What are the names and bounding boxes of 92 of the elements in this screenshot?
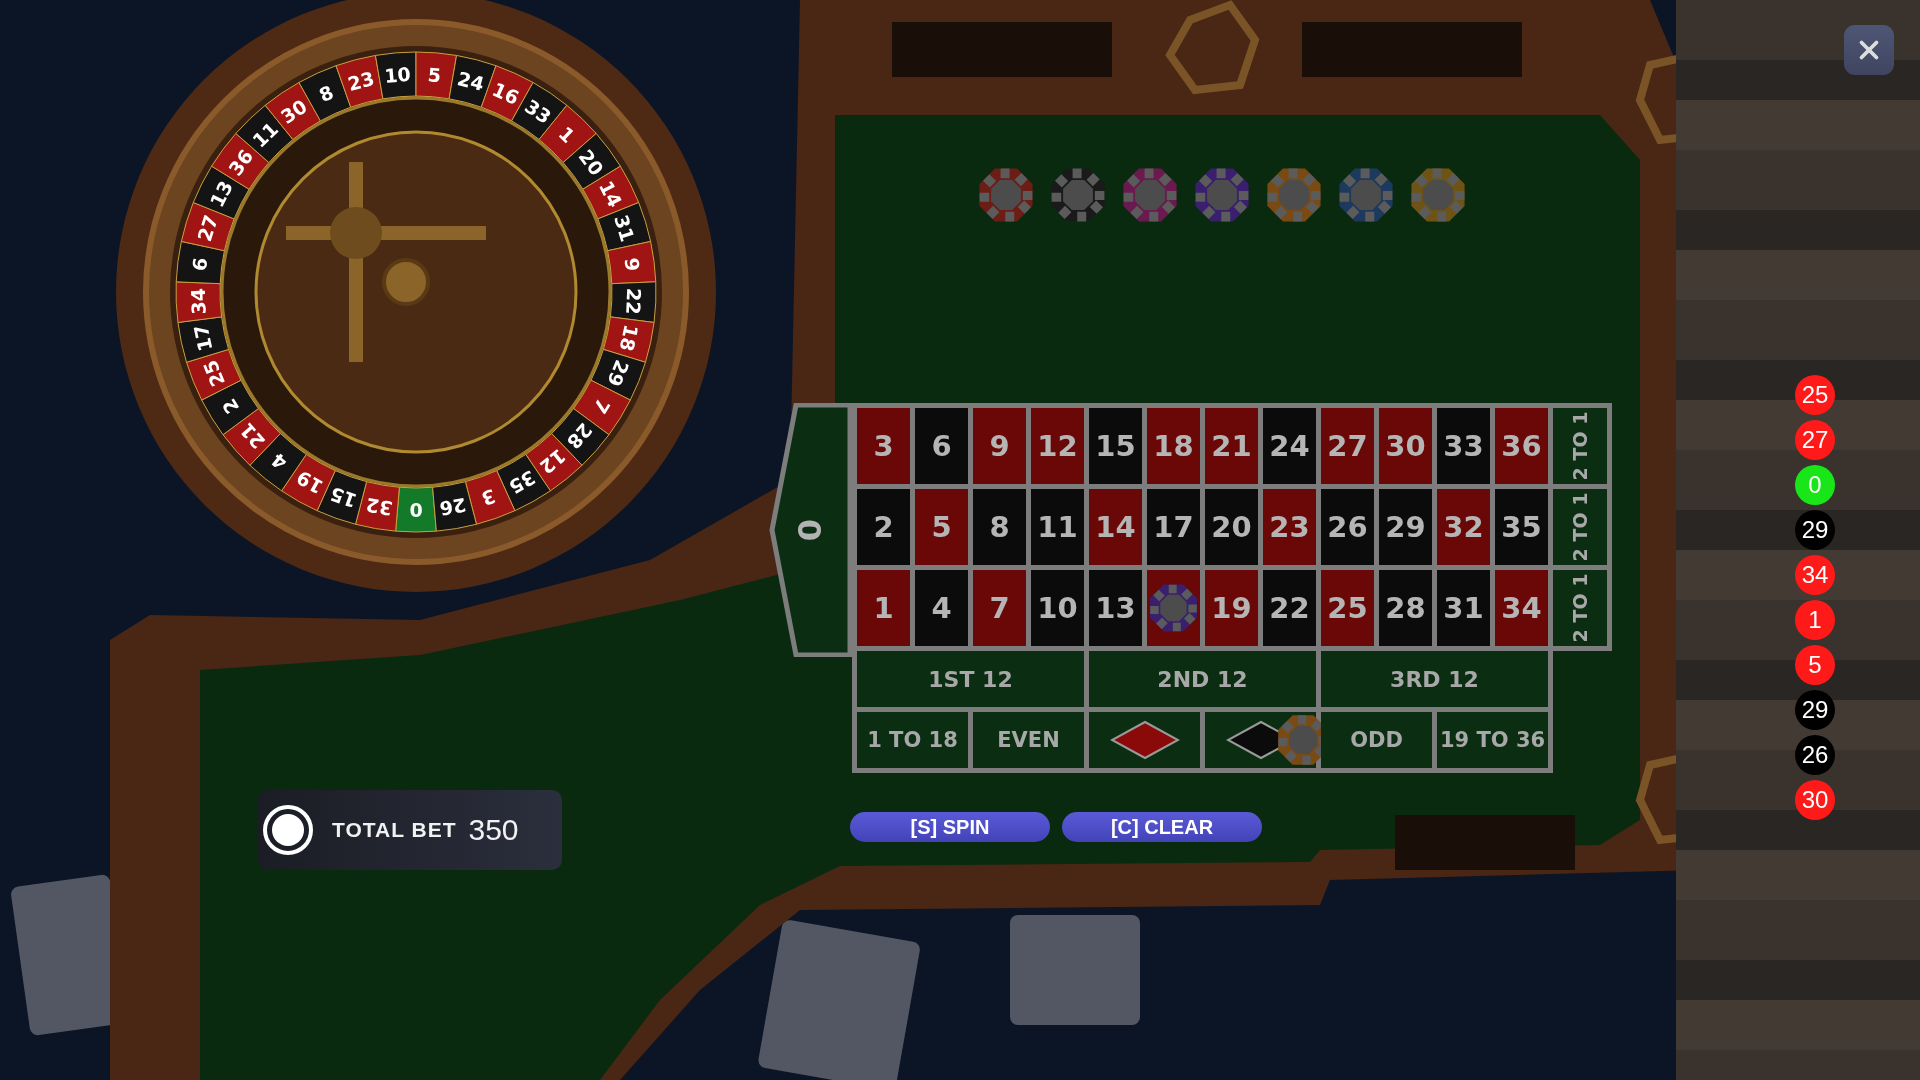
number-cell[interactable] [1147,570,1200,646]
number-cell[interactable]: 27 [1321,408,1374,484]
wheel-number: 18 [615,322,643,354]
wheel-number: 2 [217,394,244,418]
number-cell[interactable]: 25 [1321,570,1374,646]
number-cell[interactable]: 22 [1263,570,1316,646]
number-cell[interactable]: 28 [1379,570,1432,646]
number-cell[interactable]: 8 [973,489,1026,565]
clear-button[interactable]: [C] CLEAR [1062,812,1262,842]
wheel-number: 14 [594,177,627,211]
wheel-number: 24 [455,67,487,95]
spin-button[interactable]: [S] SPIN [850,812,1050,842]
wheel-number: 3 [478,484,499,511]
number-cell[interactable]: 29 [1379,489,1432,565]
number-cell[interactable]: 36 [1495,408,1548,484]
number-cell[interactable]: 13 [1089,570,1142,646]
number-cell[interactable]: 32 [1437,489,1490,565]
number-cell[interactable]: 20 [1205,489,1258,565]
wheel-number: 15 [327,482,360,513]
number-cell[interactable]: 35 [1495,489,1548,565]
dozen-bet[interactable]: 1ST 12 [857,651,1084,707]
chip-icon[interactable] [1120,165,1180,225]
chip-icon[interactable] [1192,165,1252,225]
number-cell[interactable]: 26 [1321,489,1374,565]
outside-bet[interactable]: ODD [1321,712,1432,768]
wheel-number: 9 [620,256,644,273]
number-cell[interactable]: 2 [857,489,910,565]
number-cell[interactable]: 24 [1263,408,1316,484]
wheel-number: 8 [315,80,337,107]
total-bet-value: 350 [468,813,519,847]
number-cell[interactable]: 17 [1147,489,1200,565]
number-cell[interactable]: 4 [915,570,968,646]
number-cell[interactable]: 18 [1147,408,1200,484]
number-cell[interactable]: 7 [973,570,1026,646]
wheel-number: 16 [489,77,523,109]
close-button[interactable] [1844,25,1894,75]
number-cell[interactable]: 6 [915,408,968,484]
dozen-bet[interactable]: 2ND 12 [1089,651,1316,707]
wheel-number: 4 [267,448,292,475]
wheel-number: 31 [610,212,639,245]
color-bet[interactable] [1089,712,1200,768]
number-cell[interactable]: 15 [1089,408,1142,484]
wheel-number: 27 [193,212,222,245]
column-bet[interactable]: 2 TO 1 [1553,408,1607,484]
wheel-number: 13 [205,177,238,211]
number-cell[interactable]: 3 [857,408,910,484]
zero-cell[interactable]: 0 [768,403,852,657]
wheel-number: 17 [189,322,217,354]
wheel-number: 34 [186,287,210,315]
number-cell[interactable]: 11 [1031,489,1084,565]
wheel-number: 7 [588,394,615,418]
total-bet-label: TOTAL BET [332,818,457,842]
wheel-number: 23 [345,67,377,95]
wheel-number: 20 [574,145,608,180]
outside-bet[interactable]: 1 TO 18 [857,712,968,768]
outside-bet[interactable]: 19 TO 36 [1437,712,1548,768]
chip-icon[interactable] [1264,165,1324,225]
number-cell[interactable]: 5 [915,489,968,565]
wheel-number: 29 [603,356,634,390]
chip-icon[interactable] [1048,165,1108,225]
column-bet[interactable]: 2 TO 1 [1553,570,1607,646]
number-cell[interactable]: 23 [1263,489,1316,565]
number-cell[interactable]: 19 [1205,570,1258,646]
wheel-number: 5 [426,63,442,87]
number-cell[interactable]: 34 [1495,570,1548,646]
number-cell[interactable]: 1 [857,570,910,646]
wheel-number: 6 [188,256,212,273]
number-cell[interactable]: 14 [1089,489,1142,565]
number-cell[interactable]: 30 [1379,408,1432,484]
wheel-number: 0 [409,499,423,521]
number-cell[interactable]: 12 [1031,408,1084,484]
number-cell[interactable]: 9 [973,408,1026,484]
chip-icon[interactable] [976,165,1036,225]
wheel-number: 19 [292,466,327,499]
chip-icon[interactable] [1408,165,1468,225]
number-cell[interactable]: 33 [1437,408,1490,484]
wheel-number: 22 [622,287,646,315]
wheel-number: 25 [198,356,229,390]
wheel-number: 26 [437,493,468,520]
number-cell[interactable]: 10 [1031,570,1084,646]
wheel-number: 21 [235,418,270,454]
number-cell[interactable]: 31 [1437,570,1490,646]
wheel-number: 32 [364,493,395,520]
wheel-number: 10 [383,62,412,87]
dozen-bet[interactable]: 3RD 12 [1321,651,1548,707]
number-cell[interactable]: 21 [1205,408,1258,484]
column-bet[interactable]: 2 TO 1 [1553,489,1607,565]
outside-bet[interactable]: EVEN [973,712,1084,768]
wheel-number: 33 [520,94,556,128]
chip-icon[interactable] [1336,165,1396,225]
chip-icon [262,804,314,856]
wheel-number: 1 [554,122,580,148]
